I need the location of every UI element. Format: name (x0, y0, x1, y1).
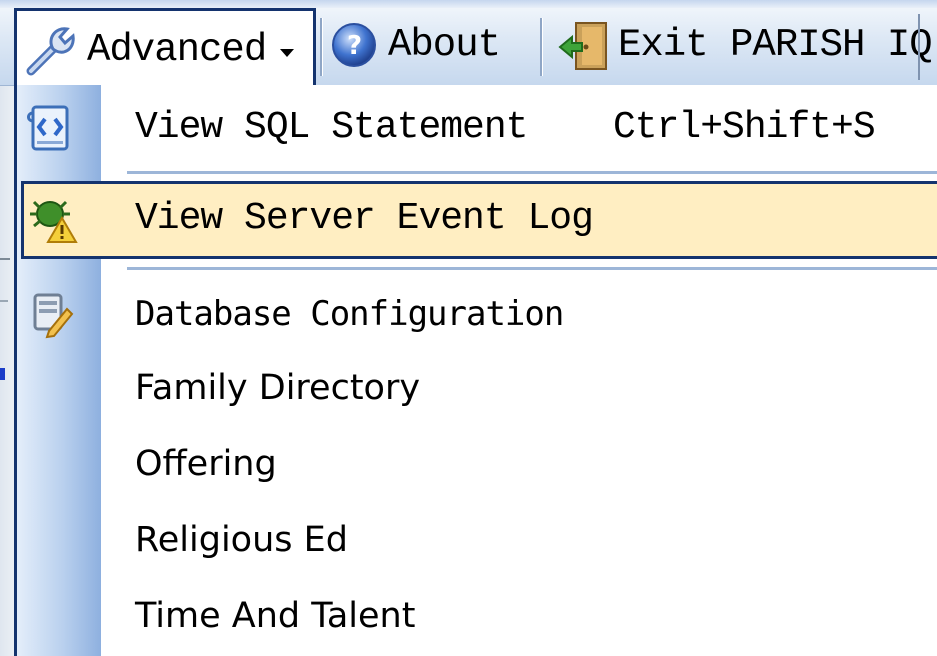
event-log-bug-warning-icon (26, 192, 80, 246)
wrench-icon (23, 21, 81, 79)
menu-item-religious-ed[interactable]: Religious Ed (17, 503, 937, 577)
menu-item-label: Religious Ed (135, 520, 348, 560)
menu-item-label: View SQL Statement (135, 106, 528, 149)
advanced-menu-button[interactable]: Advanced (14, 8, 316, 88)
menu-item-label: Family Directory (135, 368, 421, 408)
menu-item-view-sql-statement[interactable]: View SQL Statement Ctrl+Shift+S (17, 91, 937, 165)
svg-text:?: ? (347, 31, 361, 61)
advanced-dropdown-menu: View SQL Statement Ctrl+Shift+S View Ser… (14, 85, 937, 656)
exit-door-icon (556, 17, 612, 73)
menu-toolbar: Advanced ? About Exit PARISH IQ (0, 0, 937, 88)
about-label: About (388, 23, 501, 67)
database-config-icon (23, 287, 77, 341)
exit-button[interactable]: Exit PARISH IQ (556, 8, 933, 82)
background-marker (0, 368, 5, 380)
about-button[interactable]: ? About (326, 8, 501, 82)
toolbar-separator (320, 18, 323, 76)
menu-item-view-server-event-log[interactable]: View Server Event Log (21, 181, 937, 259)
sql-script-icon (23, 101, 77, 155)
toolbar-end-separator (918, 14, 920, 80)
background-line (0, 258, 10, 260)
exit-label: Exit PARISH IQ (618, 23, 933, 67)
help-icon: ? (330, 21, 378, 69)
menu-item-label: Database Configuration (135, 294, 564, 334)
menu-separator (127, 267, 937, 271)
menu-separator (127, 171, 937, 175)
menu-item-family-directory[interactable]: Family Directory (17, 351, 937, 425)
menu-item-label: Offering (135, 444, 277, 484)
advanced-label: Advanced (87, 27, 267, 72)
menu-item-label: Time And Talent (135, 596, 416, 636)
menu-item-time-and-talent[interactable]: Time And Talent (17, 579, 937, 653)
chevron-down-icon (280, 48, 295, 57)
toolbar-top-border (0, 0, 937, 8)
toolbar-separator (540, 18, 543, 76)
background-line (0, 300, 8, 302)
menu-item-database-configuration[interactable]: Database Configuration (17, 277, 937, 351)
menu-item-offering[interactable]: Offering (17, 427, 937, 501)
screen: Advanced ? About Exit PARISH IQ View SQL… (0, 0, 937, 656)
menu-item-label: View Server Event Log (135, 197, 594, 240)
keyboard-shortcut: Ctrl+Shift+S (613, 106, 876, 149)
